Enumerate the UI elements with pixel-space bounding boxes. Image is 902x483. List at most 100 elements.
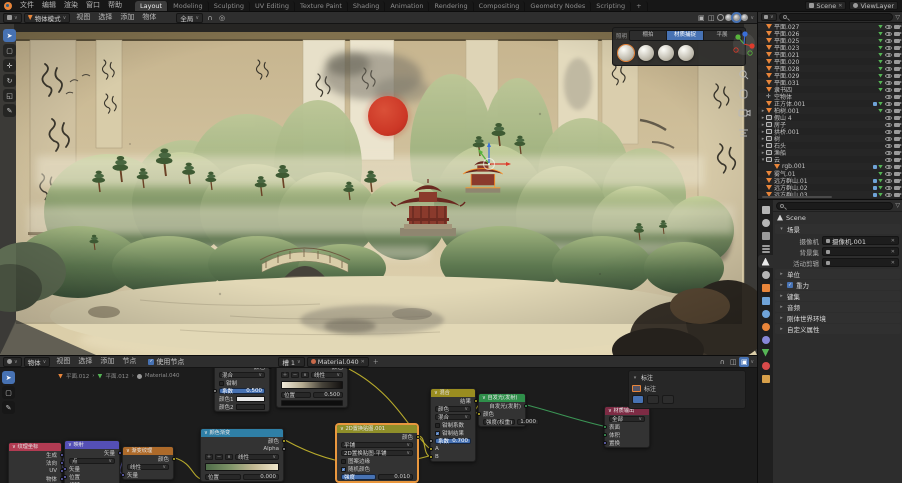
tweak-tool[interactable]: ➤ — [2, 371, 15, 384]
workspace-tab[interactable]: Compositing — [474, 1, 526, 11]
node-row-随机颜色[interactable]: ✓随机颜色 — [337, 465, 417, 473]
node-header[interactable]: ∨ 混合 — [431, 389, 475, 397]
node-socket[interactable] — [172, 457, 176, 461]
properties-filter-icon[interactable]: ▽ — [895, 202, 900, 209]
render-camera-icon[interactable] — [894, 158, 900, 162]
viewport-menu-视图[interactable]: 视图 — [72, 12, 94, 23]
viewport-menu-添加[interactable]: 添加 — [116, 12, 138, 23]
node-color-ramp-upper[interactable]: ∨ 颜色渐变颜色＋－∨线性∨位置0.500 — [276, 368, 348, 408]
render-camera-icon[interactable] — [894, 95, 900, 99]
outliner-row[interactable]: ▾云 — [758, 156, 902, 163]
properties-tab-render[interactable] — [758, 216, 773, 229]
rotate-tool[interactable]: ↻ — [3, 74, 16, 87]
node-row-bar[interactable] — [277, 399, 347, 407]
visibility-eye-icon[interactable] — [885, 81, 892, 85]
filter-icon[interactable]: ▽ — [895, 14, 900, 21]
node-socket[interactable] — [63, 475, 67, 479]
node-header[interactable]: ∨ 渐变纹理 — [123, 447, 173, 455]
node-row-ramp[interactable] — [277, 379, 347, 391]
node-socket[interactable] — [416, 435, 420, 439]
studio-light-sphere[interactable] — [638, 45, 654, 61]
workspace-tab[interactable]: Geometry Nodes — [525, 1, 591, 11]
workspace-tab[interactable]: Texture Paint — [295, 1, 348, 11]
node-header[interactable]: ∨ 纹理坐标 — [9, 443, 61, 451]
visibility-eye-icon[interactable] — [885, 144, 892, 148]
render-camera-icon[interactable] — [894, 67, 900, 71]
visibility-eye-icon[interactable] — [885, 39, 892, 43]
properties-tab-modifiers[interactable] — [758, 294, 773, 307]
visibility-eye-icon[interactable] — [885, 193, 892, 197]
viewport-3d[interactable]: ➤▢✛↻◱✎ 照明 棚拍材质捕捉平展 — [0, 24, 757, 355]
node-row-平铺[interactable]: 平铺∨ — [337, 441, 417, 449]
scene-panel-header[interactable]: ▾场景 — [775, 224, 901, 234]
editor-type-button[interactable]: ∨ — [3, 357, 22, 367]
node-mix-color-upper[interactable]: ∨ 混合颜色混合∨钳制系数0.500颜色1颜色2 — [214, 368, 270, 412]
visibility-eye-icon[interactable] — [885, 172, 892, 176]
properties-tab-texture[interactable] — [758, 372, 773, 385]
render-camera-icon[interactable] — [894, 46, 900, 50]
visibility-eye-icon[interactable] — [885, 165, 892, 169]
panel-音频[interactable]: ▸音频 — [775, 302, 901, 312]
node-row-btnrow[interactable]: ＋－∨线性∨ — [201, 453, 283, 461]
node-color-ramp-lower[interactable]: ∨ 颜色渐变颜色Alpha＋－∨线性∨位置0.000 — [200, 428, 284, 482]
properties-search[interactable] — [776, 202, 893, 210]
visibility-eye-icon[interactable] — [885, 109, 892, 113]
shader-menu-视图[interactable]: 视图 — [52, 357, 74, 365]
pan-hand-icon[interactable] — [740, 90, 747, 98]
render-camera-icon[interactable] — [894, 165, 900, 169]
render-camera-icon[interactable] — [894, 74, 900, 78]
properties-tab-physics[interactable] — [758, 320, 773, 333]
properties-tab-scene[interactable] — [758, 255, 773, 268]
node-header[interactable]: ∨ 2D置换贴图.001 — [337, 425, 417, 433]
node-socket[interactable] — [282, 439, 286, 443]
workspace-tab[interactable]: Rendering — [429, 1, 473, 11]
render-camera-icon[interactable] — [894, 186, 900, 190]
node-row-强度(权重)[interactable]: 强度(权重)1.000 — [479, 418, 525, 426]
node-socket[interactable] — [477, 412, 481, 416]
node-emission[interactable]: ∨ 自发光(发射)自发光(发射)颜色强度(权重)1.000 — [478, 393, 526, 427]
workspace-tab[interactable]: UV Editing — [250, 1, 295, 11]
panel-button[interactable] — [662, 395, 674, 404]
panel-button[interactable] — [632, 395, 644, 404]
panel-自定义属性[interactable]: ▸自定义属性 — [775, 324, 901, 334]
snap-magnet-icon[interactable]: ∩ — [205, 13, 215, 23]
render-camera-icon[interactable] — [894, 137, 900, 141]
visibility-eye-icon[interactable] — [885, 116, 892, 120]
shader-type-dropdown[interactable]: 物体∨ — [24, 357, 51, 367]
outliner-scrollbar[interactable] — [762, 196, 832, 198]
workspace-tab[interactable]: Modeling — [168, 1, 209, 11]
visibility-eye-icon[interactable] — [885, 130, 892, 134]
rendered-shading-button[interactable] — [741, 14, 748, 21]
proportional-edit-icon[interactable]: ◎ — [217, 13, 227, 23]
properties-tab-tool[interactable] — [758, 203, 773, 216]
node-gradient-texture[interactable]: ∨ 渐变纹理颜色线性∨矢量 — [122, 446, 174, 480]
node-row-系数[interactable]: 系数0.700 — [431, 437, 475, 445]
annotate-tool[interactable]: ✎ — [2, 401, 15, 414]
workspace-tab[interactable]: Scripting — [591, 1, 631, 11]
axis-gizmo[interactable] — [733, 31, 755, 55]
node-row-钳制结果[interactable]: ✓钳制结果 — [431, 429, 475, 437]
node-socket[interactable] — [603, 425, 607, 429]
visibility-eye-icon[interactable] — [885, 74, 892, 78]
node-material-output[interactable]: ∨ 材质输出全部∨表面体积置换 — [604, 406, 650, 448]
snap-icon[interactable]: ∩ — [717, 357, 727, 367]
properties-tab-object-data[interactable] — [758, 346, 773, 359]
material-selector[interactable]: Material.040 ✕ — [307, 357, 369, 367]
node-header[interactable]: ∨ 映射 — [65, 441, 119, 449]
render-camera-icon[interactable] — [894, 179, 900, 183]
node-row-位置[interactable]: 位置0.000 — [201, 473, 283, 481]
workspace-tab[interactable]: Sculpting — [209, 1, 250, 11]
slot-dropdown[interactable]: 槽 1∨ — [278, 357, 304, 367]
shader-menu-节点[interactable]: 节点 — [118, 357, 140, 365]
render-camera-icon[interactable] — [894, 172, 900, 176]
node-texture-coordinate[interactable]: ∨ 纹理坐标生成法向UV物体摄像机 — [8, 442, 62, 483]
node-socket[interactable] — [603, 433, 607, 437]
node-socket[interactable] — [603, 441, 607, 445]
node-row-强度[interactable]: 强度0.010 — [337, 473, 417, 481]
panel-单位[interactable]: ▸单位 — [775, 269, 901, 279]
node-socket[interactable] — [474, 399, 478, 403]
node-socket[interactable] — [63, 467, 67, 471]
render-camera-icon[interactable] — [894, 88, 900, 92]
annotate-tool[interactable]: ✎ — [3, 104, 16, 117]
node-socket[interactable] — [213, 389, 217, 393]
